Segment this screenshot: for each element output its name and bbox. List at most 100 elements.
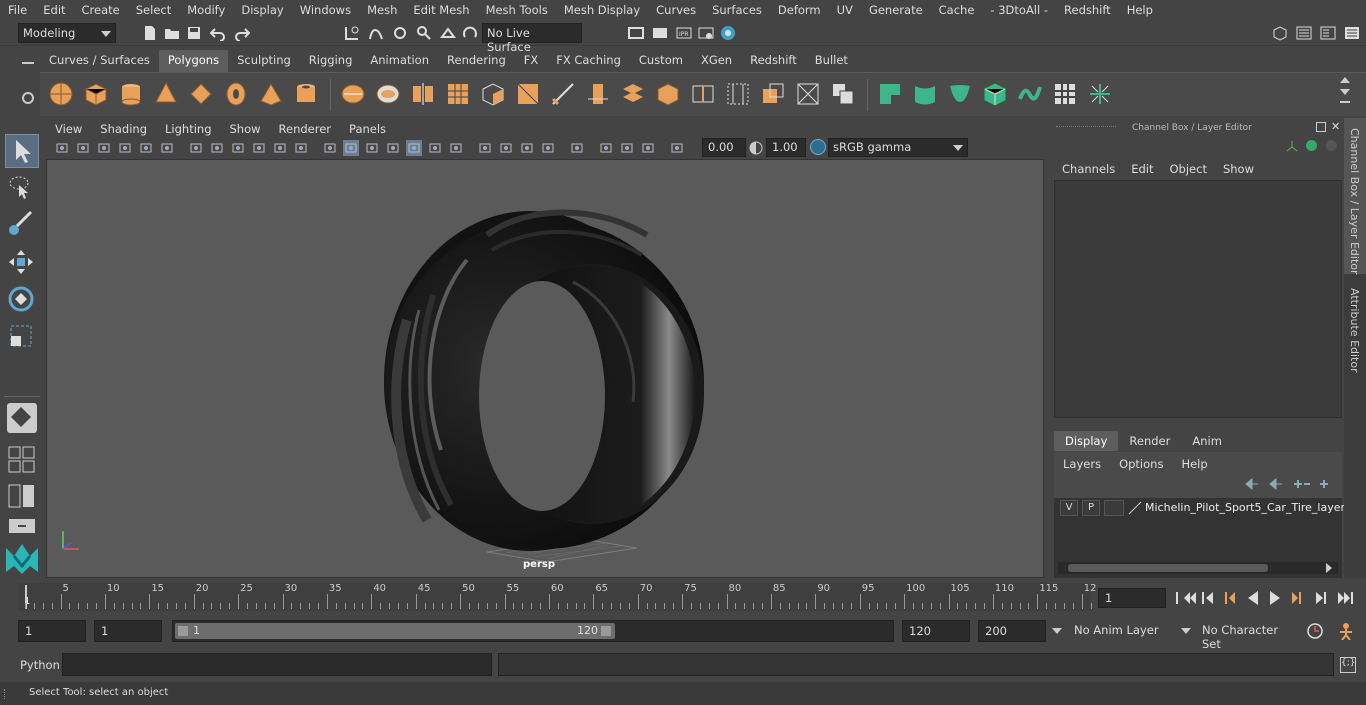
gamma-icon[interactable] [748, 140, 764, 156]
grid-pivot-icon[interactable] [138, 140, 154, 156]
side-tab-channel-box[interactable]: Channel Box / Layer Editor [1344, 118, 1366, 275]
layer-tab-display[interactable]: Display [1054, 431, 1119, 451]
screen-ao-icon[interactable] [477, 140, 493, 156]
modeling-toolkit-icon[interactable] [1272, 25, 1288, 41]
menu-file[interactable]: File [0, 3, 35, 17]
shelf-tab-polygons[interactable]: Polygons [158, 50, 229, 72]
snap-grid-icon[interactable] [344, 25, 360, 41]
gate-mask-icon[interactable] [293, 140, 309, 156]
shelf-settings-icon[interactable] [22, 92, 34, 104]
tool-settings-toggle-icon[interactable] [1320, 25, 1336, 41]
exposure-field[interactable]: 0.00 [702, 138, 746, 157]
boolean-icon[interactable] [830, 81, 856, 107]
camera-attr-icon[interactable] [75, 140, 91, 156]
layer-action-icons[interactable] [1244, 476, 1334, 490]
viewport-menu-view[interactable]: View [46, 120, 91, 138]
layout-quad-icon[interactable] [8, 446, 36, 474]
channel-box-menu-channels[interactable]: Channels [1054, 160, 1123, 178]
menu-mesh-display[interactable]: Mesh Display [556, 3, 648, 17]
live-surface-field[interactable]: No Live Surface [482, 23, 582, 54]
mirror-icon[interactable] [410, 81, 436, 107]
layer-menu-layers[interactable]: Layers [1054, 455, 1110, 473]
menu-edit-mesh[interactable]: Edit Mesh [405, 3, 477, 17]
redo-icon[interactable] [234, 25, 250, 41]
command-language-label[interactable]: Python [20, 658, 60, 672]
depth-of-field-icon[interactable] [540, 140, 556, 156]
layer-menu-options[interactable]: Options [1110, 455, 1172, 473]
layer-menu-help[interactable]: Help [1172, 455, 1216, 473]
uv-cylindrical-icon[interactable] [912, 81, 938, 107]
menu-redshift[interactable]: Redshift [1056, 3, 1119, 17]
shelf-tab-rendering[interactable]: Rendering [438, 50, 515, 72]
menu-3dtoall[interactable]: - 3DtoAll - [982, 3, 1056, 17]
menu-deform[interactable]: Deform [770, 3, 829, 17]
wireframe-on-shaded-icon[interactable] [385, 140, 401, 156]
save-scene-icon[interactable] [186, 25, 202, 41]
layer-display-type-toggle[interactable] [1104, 500, 1124, 516]
xray-joints-icon[interactable] [598, 140, 614, 156]
anim-layer-dropdown[interactable]: No Anim Layer [1068, 620, 1172, 642]
scale-tool-button[interactable] [5, 320, 39, 354]
viewport-menu-lighting[interactable]: Lighting [156, 120, 220, 138]
shelf-tab-custom[interactable]: Custom [630, 50, 692, 72]
multicut-icon[interactable] [550, 81, 576, 107]
snap-curve-icon[interactable] [368, 25, 384, 41]
uv-spherical-icon[interactable] [947, 81, 973, 107]
paint-select-tool-button[interactable] [5, 208, 39, 242]
menu-cache[interactable]: Cache [931, 3, 983, 17]
playback-end-field[interactable]: 120 [902, 620, 970, 642]
color-space-dropdown[interactable]: sRGB gamma [828, 138, 968, 157]
menu-generate[interactable]: Generate [861, 3, 931, 17]
menu-help[interactable]: Help [1119, 3, 1161, 17]
layer-scrollbar[interactable] [1058, 562, 1338, 574]
viewport-menu-shading[interactable]: Shading [91, 120, 156, 138]
render-frame-icon[interactable] [628, 25, 644, 41]
uv-editor-icon[interactable] [1052, 81, 1078, 107]
new-scene-icon[interactable] [142, 25, 158, 41]
bookmark-icon[interactable] [96, 140, 112, 156]
auto-key-icon[interactable] [1306, 622, 1324, 640]
command-input[interactable] [62, 653, 492, 676]
poly-cylinder-icon[interactable] [118, 81, 144, 107]
separate-icon[interactable] [375, 81, 401, 107]
poly-plane-icon[interactable] [188, 81, 214, 107]
layout-split-icon[interactable] [8, 484, 36, 508]
lasso-tool-button[interactable] [5, 171, 39, 205]
move-tool-button[interactable] [5, 246, 39, 280]
snap-surface-icon[interactable] [440, 25, 456, 41]
shelf-tab-xgen[interactable]: XGen [692, 50, 741, 72]
menu-select[interactable]: Select [128, 3, 179, 17]
channel-box-menu-edit[interactable]: Edit [1123, 160, 1161, 178]
target-weld-icon[interactable] [655, 81, 681, 107]
snap-point-icon[interactable] [392, 25, 408, 41]
image-plane-icon[interactable] [117, 140, 133, 156]
poly-cone-icon[interactable] [153, 81, 179, 107]
layer-visibility-toggle[interactable]: V [1060, 500, 1078, 516]
range-slider[interactable]: 1 120 [172, 620, 894, 642]
gamma-field[interactable]: 1.00 [766, 138, 806, 157]
layout-single-icon[interactable] [8, 518, 36, 534]
shelf-tab-fx[interactable]: FX [515, 50, 548, 72]
animation-prefs-icon[interactable] [1336, 622, 1356, 640]
viewport-menu-panels[interactable]: Panels [340, 120, 395, 138]
menu-edit[interactable]: Edit [35, 3, 73, 17]
uv-planar-icon[interactable] [877, 81, 903, 107]
range-slider-handle[interactable]: 1 120 [175, 623, 615, 639]
bevel-icon[interactable] [515, 81, 541, 107]
float-panel-icon[interactable] [1316, 122, 1326, 132]
menu-windows[interactable]: Windows [292, 3, 359, 17]
menu-mesh[interactable]: Mesh [359, 3, 405, 17]
layer-name[interactable]: Michelin_Pilot_Sport5_Car_Tire_layer [1145, 501, 1345, 514]
layer-tab-render[interactable]: Render [1118, 431, 1181, 451]
viewport-menu-renderer[interactable]: Renderer [270, 120, 341, 138]
rotate-tool-button[interactable] [5, 283, 39, 317]
undo-icon[interactable] [210, 25, 226, 41]
isolate-select-icon[interactable] [569, 140, 585, 156]
shelf-menu-icon[interactable] [22, 62, 34, 64]
channel-box-menu-object[interactable]: Object [1162, 160, 1215, 178]
anti-alias-icon[interactable] [519, 140, 535, 156]
poly-torus-icon[interactable] [223, 81, 249, 107]
grid-icon[interactable] [188, 140, 204, 156]
xray-active-icon[interactable] [619, 140, 635, 156]
poly-pyramid-icon[interactable] [258, 81, 284, 107]
